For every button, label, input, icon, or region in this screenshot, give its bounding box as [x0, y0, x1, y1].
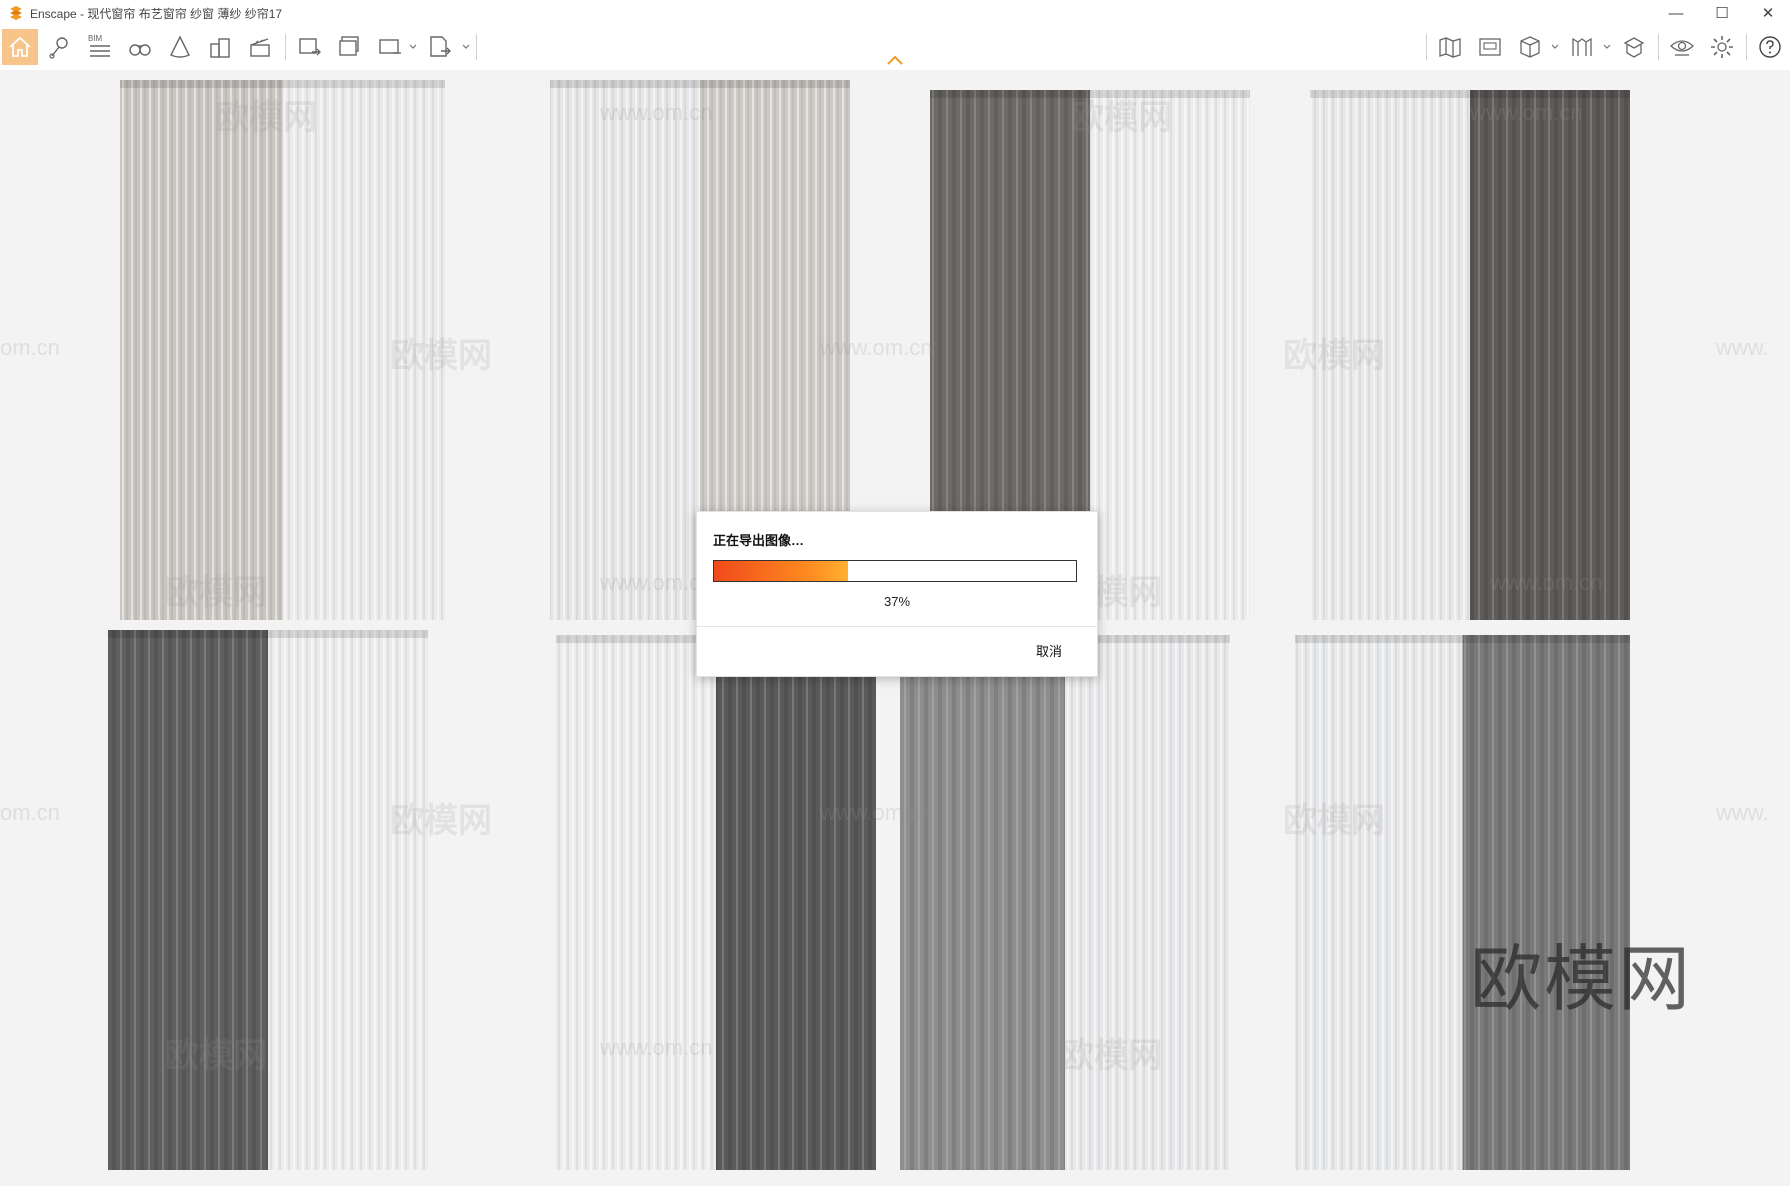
settings-button[interactable]	[1704, 29, 1740, 65]
export-exe-button[interactable]	[422, 29, 458, 65]
curtain-folds	[282, 80, 445, 620]
export-dropdown-chevron-icon[interactable]	[461, 42, 471, 52]
export-image-button[interactable]	[292, 29, 328, 65]
curtain-heading	[550, 80, 706, 88]
window-titlebar: Enscape - 现代窗帘 布艺窗帘 纱窗 薄纱 纱帘17 — ☐ ✕	[0, 0, 1790, 26]
curtain-folds	[120, 80, 289, 620]
curtain-folds	[1470, 90, 1630, 620]
toolbar-separator	[476, 34, 477, 60]
toolbar-separator	[1746, 34, 1747, 60]
visibility-button[interactable]	[1664, 29, 1700, 65]
map-icon	[1439, 37, 1461, 58]
export-progress-bar	[713, 560, 1077, 582]
curtain-pair	[900, 635, 1230, 1170]
curtain-folds	[1295, 635, 1469, 1170]
window-title: Enscape - 现代窗帘 布艺窗帘 纱窗 薄纱 纱帘17	[30, 7, 283, 21]
views-button[interactable]	[42, 29, 78, 65]
curtain-heading	[108, 630, 274, 638]
cancel-button[interactable]: 取消	[1019, 639, 1079, 663]
export-exe-icon	[430, 36, 451, 57]
panorama-button[interactable]	[372, 29, 408, 65]
cone-icon	[170, 35, 190, 58]
curtain-heading	[1462, 635, 1630, 643]
location-pin-icon	[49, 37, 68, 59]
bim-list-icon	[90, 45, 110, 57]
collapse-toolbar-chevron-icon[interactable]	[886, 54, 904, 66]
close-window-button[interactable]: ✕	[1745, 0, 1790, 26]
curtain-pair	[108, 630, 428, 1170]
dialog-divider	[697, 626, 1097, 627]
curtain-folds	[556, 635, 722, 1170]
toolbar-separator	[1426, 34, 1427, 60]
asset-library-icon	[1572, 37, 1592, 56]
curtain-pair	[1295, 635, 1630, 1170]
progress-percent-text: 37%	[883, 594, 911, 609]
binoculars-button[interactable]	[122, 29, 158, 65]
curtain-heading	[700, 80, 850, 88]
panorama-dropdown-chevron-icon[interactable]	[408, 42, 418, 52]
curtain-pair	[120, 80, 445, 620]
cube-view-button[interactable]	[1512, 29, 1548, 65]
visibility-icon	[1670, 40, 1694, 56]
home-icon	[9, 36, 31, 57]
panorama-360-icon	[379, 39, 401, 54]
asset-dropdown-chevron-icon[interactable]	[1602, 42, 1612, 52]
batch-export-button[interactable]	[332, 29, 368, 65]
curtain-folds	[1310, 90, 1476, 620]
help-button[interactable]	[1752, 29, 1788, 65]
curtain-heading	[282, 80, 445, 88]
curtain-folds	[108, 630, 274, 1170]
asset-library-button[interactable]	[1564, 29, 1600, 65]
export-progress-dialog: 正在导出图像… 37% 取消	[696, 511, 1098, 677]
curtain-folds	[268, 630, 428, 1170]
curtain-pair	[556, 635, 876, 1170]
batch-export-icon	[339, 36, 359, 56]
curtain-pair	[1310, 90, 1630, 620]
curtain-heading	[120, 80, 289, 88]
clapperboard-icon	[250, 38, 270, 57]
curtain-folds	[900, 635, 1071, 1170]
curtain-folds	[716, 635, 876, 1170]
home-button[interactable]	[2, 29, 38, 65]
video-editor-button[interactable]	[1472, 29, 1508, 65]
binoculars-icon	[129, 44, 151, 56]
buildings-button[interactable]	[202, 29, 238, 65]
video-editor-icon	[1479, 38, 1501, 56]
view-dropdown-chevron-icon[interactable]	[1550, 42, 1560, 52]
toolbar-separator	[285, 34, 286, 60]
curtain-folds	[1090, 90, 1250, 620]
toolbar-separator	[1658, 34, 1659, 60]
enscape-logo-icon	[10, 6, 22, 20]
big-watermark: 欧模网	[1470, 937, 1693, 1021]
map-button[interactable]	[1432, 29, 1468, 65]
help-icon	[1759, 36, 1781, 58]
cube-view-icon	[1520, 36, 1540, 58]
curtain-heading	[1310, 90, 1476, 98]
curtain-heading	[1090, 90, 1250, 98]
clapperboard-button[interactable]	[242, 29, 278, 65]
curtain-heading	[930, 90, 1096, 98]
material-editor-button[interactable]	[1616, 29, 1652, 65]
curtain-heading	[1295, 635, 1469, 643]
maximize-button[interactable]: ☐	[1699, 0, 1745, 26]
curtain-heading	[1470, 90, 1630, 98]
curtain-folds	[1065, 635, 1230, 1170]
export-image-icon	[299, 38, 321, 56]
dialog-title: 正在导出图像…	[713, 533, 805, 548]
material-editor-icon	[1623, 37, 1645, 58]
settings-gear-icon	[1711, 36, 1733, 58]
curtain-heading	[268, 630, 428, 638]
curtain-folds	[1462, 635, 1630, 1170]
progress-bar-fill	[714, 561, 848, 581]
bim-button[interactable]	[82, 29, 118, 65]
minimize-button[interactable]: —	[1653, 0, 1699, 26]
buildings-icon	[210, 38, 230, 58]
cone-button[interactable]	[162, 29, 198, 65]
curtain-folds	[550, 80, 706, 620]
